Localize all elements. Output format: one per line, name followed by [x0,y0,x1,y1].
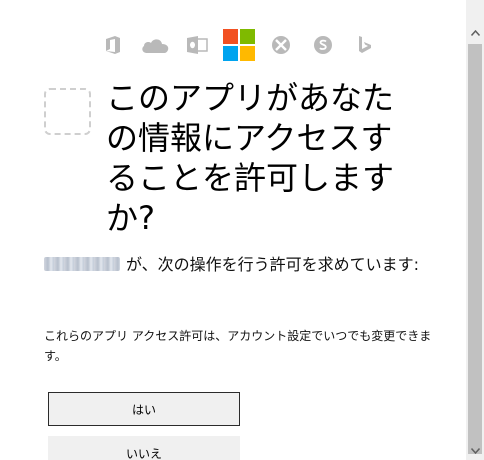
scroll-down-icon[interactable] [466,442,484,460]
yes-button[interactable]: はい [48,392,240,426]
scroll-up-icon[interactable] [466,24,484,42]
no-button[interactable]: いいえ [48,436,240,460]
vertical-scrollbar[interactable] [466,0,484,460]
page-title: このアプリがあなた の情報にアクセスす ることを許可します か? [106,78,396,238]
bing-icon [348,28,382,62]
office-icon [96,28,130,62]
xbox-icon [264,28,298,62]
title-line: このアプリがあなた [106,79,395,117]
microsoft-logo [222,28,256,62]
outlook-icon [180,28,214,62]
skype-icon [306,28,340,62]
permissions-note: これらのアプリ アクセス許可は、アカウント設定でいつでも変更できます。 [44,329,432,363]
app-icon-placeholder [44,88,91,135]
product-icons-bar [96,28,390,62]
permission-request: が、次の操作を行う許可を求めています: [44,254,439,276]
title-line: か? [106,199,155,237]
onedrive-icon [138,28,172,62]
title-line: の情報にアクセスす [106,119,393,157]
title-line: ることを許可します [106,159,395,197]
app-name-redacted [44,257,120,271]
scrollbar-thumb[interactable] [468,44,482,454]
permission-request-text: が、次の操作を行う許可を求めています: [126,255,420,274]
